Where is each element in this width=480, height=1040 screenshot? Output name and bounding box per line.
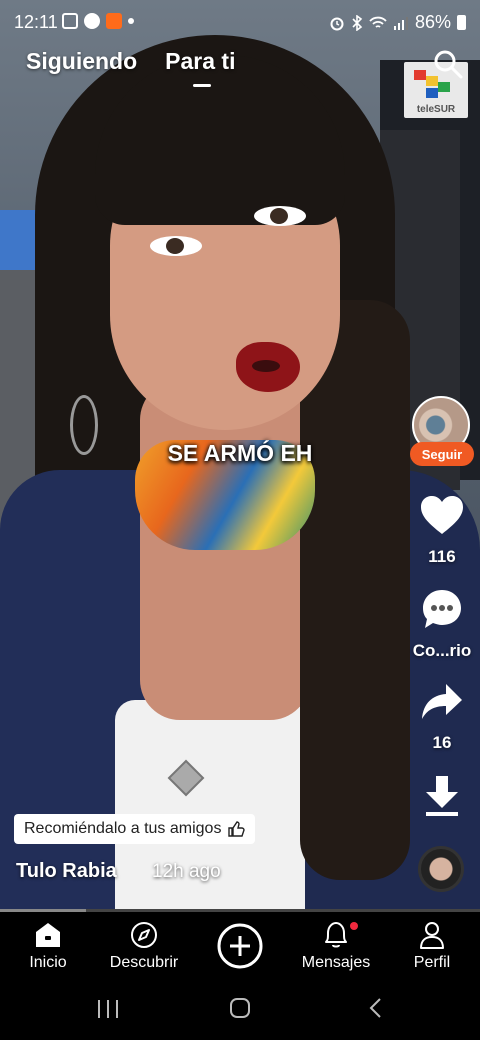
recent-apps-icon[interactable] xyxy=(96,998,120,1020)
bell-icon xyxy=(325,922,347,948)
presenter-eye xyxy=(254,206,306,226)
post-time: 12h ago xyxy=(152,861,221,882)
presenter-hair xyxy=(300,300,410,880)
system-navigation-bar xyxy=(0,980,480,1040)
like-button[interactable]: 116 xyxy=(404,494,480,567)
bottom-nav: Inicio Descubrir Mensajes Perfil xyxy=(0,912,480,980)
comment-label: Co...rio xyxy=(412,641,472,660)
channel-logo-text: teleSUR xyxy=(416,104,456,115)
share-button[interactable]: 16 xyxy=(404,682,480,753)
status-notification-icons xyxy=(62,13,134,29)
plus-icon xyxy=(217,923,263,969)
nav-label: Perfil xyxy=(413,954,451,971)
compass-icon xyxy=(131,922,157,948)
signal-icon xyxy=(393,16,408,30)
nav-discover[interactable]: Descubrir xyxy=(96,920,192,972)
comment-button[interactable]: Co...rio xyxy=(404,588,480,661)
home-icon xyxy=(36,923,60,947)
nav-create[interactable] xyxy=(192,922,288,975)
download-icon xyxy=(426,776,458,816)
nav-label: Mensajes xyxy=(301,954,371,971)
back-icon[interactable] xyxy=(368,997,384,1019)
comment-icon xyxy=(423,590,461,628)
battery-icon xyxy=(457,15,466,30)
status-time: 12:11 xyxy=(14,12,58,32)
notification-badge xyxy=(350,922,358,930)
screenshot-icon xyxy=(62,13,78,29)
follow-button[interactable]: Seguir xyxy=(410,442,474,466)
share-count: 16 xyxy=(432,733,452,752)
recommend-banner[interactable]: Recomiéndalo a tus amigos xyxy=(14,814,256,844)
status-bar: 12:11 86% xyxy=(0,0,480,44)
presenter-mouth xyxy=(236,342,300,392)
nav-label: Inicio xyxy=(29,954,67,971)
person-icon xyxy=(420,922,444,949)
recommend-label: Recomiéndalo a tus amigos xyxy=(24,820,222,837)
nav-profile[interactable]: Perfil xyxy=(384,920,480,972)
status-system-icons: 86% xyxy=(329,12,466,33)
logo-square xyxy=(414,70,426,80)
battery-percent: 86% xyxy=(414,12,451,32)
download-button[interactable] xyxy=(404,774,480,823)
home-button-icon[interactable] xyxy=(229,997,251,1019)
presenter-eye xyxy=(150,236,202,256)
music-disc-icon[interactable] xyxy=(418,846,464,892)
tab-following[interactable]: Siguiendo xyxy=(26,48,137,75)
tab-for-you[interactable]: Para ti xyxy=(165,48,236,87)
video-caption: SE ARMÓ EH xyxy=(167,440,313,466)
heart-icon xyxy=(421,496,463,534)
logo-square xyxy=(438,82,450,92)
feed-tabs: Siguiendo Para ti xyxy=(26,48,236,87)
more-notifications-icon xyxy=(128,18,134,24)
share-arrow-icon xyxy=(422,684,462,719)
alarm-icon xyxy=(330,17,344,30)
app-notification-icon xyxy=(84,13,100,29)
wifi-icon xyxy=(369,16,387,28)
nav-label: Descubrir xyxy=(109,954,179,971)
nav-home[interactable]: Inicio xyxy=(0,920,96,972)
app-notification-icon xyxy=(106,13,122,29)
presenter-neck xyxy=(140,380,310,720)
search-icon[interactable] xyxy=(432,48,464,80)
thumbs-up-icon xyxy=(228,821,246,837)
nav-messages[interactable]: Mensajes xyxy=(288,920,384,972)
like-count: 116 xyxy=(428,547,456,566)
logo-square xyxy=(426,88,438,98)
author-name[interactable]: Tulo Rabia xyxy=(16,860,117,883)
bluetooth-icon xyxy=(352,14,363,31)
